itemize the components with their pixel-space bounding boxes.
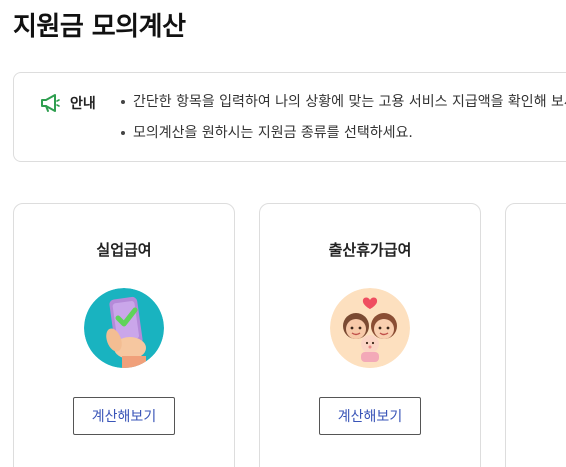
- notice-item: 간단한 항목을 입력하여 나의 상황에 맞는 고용 서비스 지급액을 확인해 보…: [120, 92, 566, 112]
- card-partial: [505, 203, 566, 467]
- calculate-button-maternity[interactable]: 계산해보기: [319, 397, 421, 435]
- phone-check-illustration: [84, 288, 164, 368]
- notice-header: 안내: [40, 93, 96, 113]
- notice-box: 안내 간단한 항목을 입력하여 나의 상황에 맞는 고용 서비스 지급액을 확인…: [13, 72, 566, 162]
- calculate-button-unemployment[interactable]: 계산해보기: [73, 397, 175, 435]
- card-maternity-leave-benefit: 출산휴가급여 계산해보기: [259, 203, 481, 467]
- page: 지원금 모의계산 안내 간단한 항목을 입력하여 나의 상황에 맞는 고용 서비…: [0, 0, 566, 467]
- notice-item: 모의계산을 원하시는 지원금 종류를 선택하세요.: [120, 123, 566, 143]
- megaphone-icon: [40, 93, 62, 113]
- page-title: 지원금 모의계산: [13, 12, 186, 42]
- card-unemployment-benefit: 실업급여 계산해보기: [13, 203, 235, 467]
- card-title: 출산휴가급여: [328, 241, 412, 259]
- card-title: 실업급여: [96, 241, 152, 259]
- parents-baby-illustration: [330, 288, 410, 368]
- notice-list: 간단한 항목을 입력하여 나의 상황에 맞는 고용 서비스 지급액을 확인해 보…: [120, 92, 566, 154]
- notice-label: 안내: [70, 96, 96, 112]
